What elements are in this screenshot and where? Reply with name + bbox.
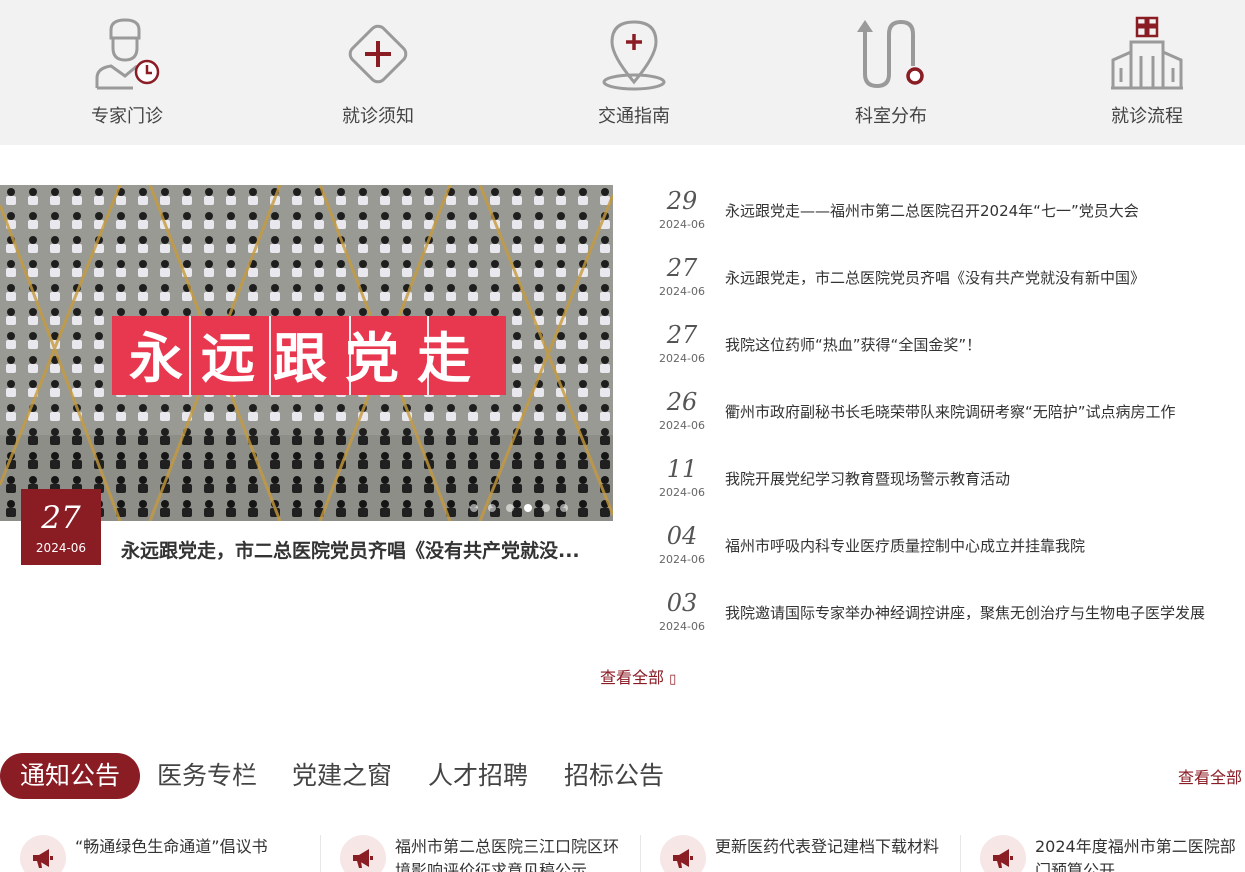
news-date: 26 2024-06 [650,387,714,432]
news-day: 26 [666,388,698,416]
featured-month: 2024-06 [35,541,87,555]
news-day: 29 [666,187,698,215]
news-item[interactable]: 03 2024-06 我院邀请国际专家举办神经调控讲座，聚焦无创治疗与生物电子医… [650,588,1245,648]
tab-tender[interactable]: 招标公告 [564,753,664,799]
megaphone-icon [660,835,706,872]
news-title[interactable]: 永远跟党走——福州市第二总医院召开2024年“七一”党员大会 [725,200,1245,221]
news-day: 27 [666,321,698,349]
view-all-news-link[interactable]: 查看全部 ▯ [600,664,676,688]
news-date: 03 2024-06 [650,588,714,633]
carousel-dot-active[interactable] [524,504,532,512]
tab-recruitment[interactable]: 人才招聘 [428,753,528,799]
news-date: 27 2024-06 [650,320,714,365]
megaphone-icon [980,835,1026,872]
quick-nav-bar: 专家门诊 就诊须知 交通指南 科室分布 就诊流程 [0,0,1245,145]
view-all-label: 查看全部 [600,668,665,687]
news-title[interactable]: 我院开展党纪学习教育暨现场警示教育活动 [725,468,1245,489]
tab-party-building[interactable]: 党建之窗 [292,753,392,799]
notice-title[interactable]: 福州市第二总医院三江口院区环境影响评价征求意见稿公示 [395,835,625,872]
news-date: 04 2024-06 [650,521,714,566]
featured-day: 27 [41,500,81,536]
quicknav-visit-process[interactable]: 就诊流程 [1057,0,1237,145]
tab-medical-column[interactable]: 医务专栏 [157,753,257,799]
news-item[interactable]: 04 2024-06 福州市呼吸内科专业医疗质量控制中心成立并挂靠我院 [650,521,1245,581]
news-month: 2024-06 [659,486,705,499]
news-item[interactable]: 11 2024-06 我院开展党纪学习教育暨现场警示教育活动 [650,454,1245,514]
news-title[interactable]: 福州市呼吸内科专业医疗质量控制中心成立并挂靠我院 [725,535,1245,556]
news-month: 2024-06 [659,419,705,432]
notice-item[interactable]: 2024年度福州市第二医院部门预算公开 [960,835,1245,872]
news-month: 2024-06 [659,218,705,231]
news-title[interactable]: 永远跟党走，市二总医院党员齐唱《没有共产党就没有新中国》 [725,267,1245,288]
megaphone-icon [340,835,386,872]
chevron-right-icon: ▯ [669,672,677,687]
news-title[interactable]: 衢州市政府副秘书长毛晓荣带队来院调研考察“无陪护”试点病房工作 [725,401,1245,422]
news-item[interactable]: 27 2024-06 我院这位药师“热血”获得“全国金奖”！ [650,320,1245,380]
news-date: 27 2024-06 [650,253,714,298]
notice-list: “畅通绿色生命通道”倡议书 福州市第二总医院三江口院区环境影响评价征求意见稿公示… [0,830,1245,872]
banner-text: 永远跟党走 [129,327,489,390]
news-month: 2024-06 [659,352,705,365]
carousel-dot[interactable] [470,504,478,512]
carousel-dot[interactable] [506,504,514,512]
news-month: 2024-06 [659,620,705,633]
quicknav-label: 专家门诊 [91,106,163,127]
carousel-dots [470,497,578,516]
notice-title[interactable]: 2024年度福州市第二医院部门预算公开 [1035,835,1245,872]
news-item[interactable]: 29 2024-06 永远跟党走——福州市第二总医院召开2024年“七一”党员大… [650,186,1245,246]
map-pin-icon [602,20,666,91]
news-month: 2024-06 [659,553,705,566]
carousel-dot[interactable] [488,504,496,512]
quicknav-label: 就诊须知 [342,106,414,127]
news-title[interactable]: 我院这位药师“热血”获得“全国金奖”！ [725,334,1245,355]
news-month: 2024-06 [659,285,705,298]
carousel-dot[interactable] [560,504,568,512]
quicknav-department-layout[interactable]: 科室分布 [801,0,981,145]
news-day: 04 [666,522,698,550]
news-title[interactable]: 我院邀请国际专家举办神经调控讲座，聚焦无创治疗与生物电子医学发展 [725,602,1245,623]
hospital-building-icon [1111,16,1183,90]
news-day: 03 [666,589,698,617]
news-item[interactable]: 26 2024-06 衢州市政府副秘书长毛晓荣带队来院调研考察“无陪护”试点病房… [650,387,1245,447]
quicknav-label: 交通指南 [598,106,670,127]
news-date: 29 2024-06 [650,186,714,231]
doctor-clock-icon [95,18,160,90]
featured-news-image[interactable]: 永远跟党走 [0,185,613,521]
quicknav-traffic-guide[interactable]: 交通指南 [544,0,724,145]
quicknav-label: 就诊流程 [1111,106,1183,127]
tab-notices[interactable]: 通知公告 [0,753,141,799]
megaphone-icon [20,835,66,872]
news-item[interactable]: 27 2024-06 永远跟党走，市二总医院党员齐唱《没有共产党就没有新中国》 [650,253,1245,313]
quicknav-expert-clinic[interactable]: 专家门诊 [37,0,217,145]
notice-item[interactable]: 更新医药代表登记建档下载材料 [640,835,950,872]
notice-title[interactable]: 更新医药代表登记建档下载材料 [715,835,945,859]
route-path-icon [857,19,924,89]
featured-date-badge: 27 2024-06 [21,489,101,565]
notice-item[interactable]: 福州市第二总医院三江口院区环境影响评价征求意见稿公示 [320,835,630,872]
notice-item[interactable]: “畅通绿色生命通道”倡议书 [0,835,310,872]
crowd-photo: 永远跟党走 [0,185,613,521]
view-all-notices-link[interactable]: 查看全部 [1178,764,1242,788]
medical-cross-diamond-icon [348,24,408,84]
quicknav-visit-notice[interactable]: 就诊须知 [288,0,468,145]
notice-title[interactable]: “畅通绿色生命通道”倡议书 [75,835,305,859]
news-day: 11 [666,455,698,483]
news-day: 27 [666,254,698,282]
quicknav-label: 科室分布 [855,106,927,127]
featured-title[interactable]: 永远跟党走，市二总医院党员齐唱《没有共产党就没... [121,536,606,563]
news-date: 11 2024-06 [650,454,714,499]
carousel-dot[interactable] [542,504,550,512]
